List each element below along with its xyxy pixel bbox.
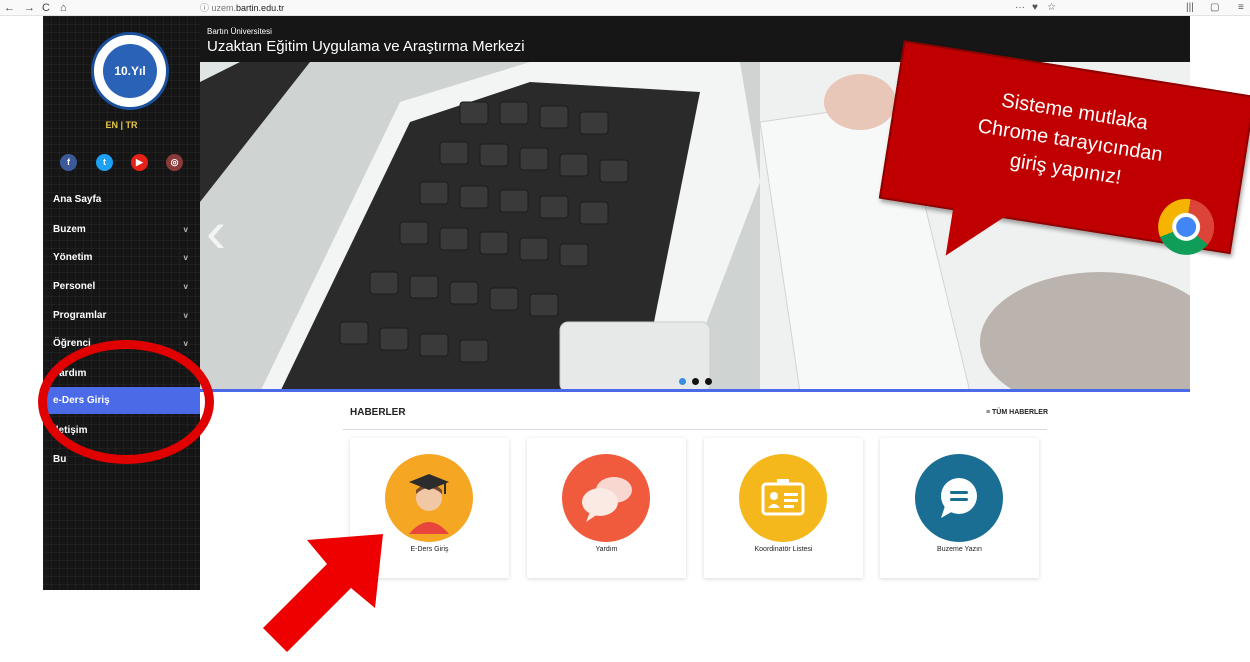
sidebar-item-label: Bu: [53, 454, 67, 465]
twitter-icon[interactable]: t: [96, 154, 113, 171]
card-koordinator-listesi[interactable]: Koordinatör Listesi: [704, 438, 863, 578]
card-buzeme-yazin[interactable]: Buzeme Yazın: [880, 438, 1039, 578]
student-graduate-icon: [385, 454, 473, 542]
instagram-icon[interactable]: ◎: [166, 154, 183, 171]
card-yardim[interactable]: Yardım: [527, 438, 686, 578]
card-label: Koordinatör Listesi: [754, 546, 813, 553]
youtube-icon[interactable]: ▶: [131, 154, 148, 171]
red-arrow-icon: [263, 534, 383, 652]
bookmark-star-icon[interactable]: ☆: [1047, 1, 1056, 15]
sidebar-item-label: Personel: [53, 281, 96, 292]
reload-icon[interactable]: C: [42, 1, 50, 15]
sidebar-item-personel[interactable]: Personel v: [43, 273, 200, 300]
callout-tail: [945, 206, 1008, 265]
sidebar-item-label: Programlar: [53, 310, 107, 321]
chat-bubbles-icon: [562, 454, 650, 542]
university-name: Bartın Üniversitesi: [207, 27, 272, 36]
sidebar-toggle-icon[interactable]: ▢: [1210, 1, 1219, 15]
message-icon: [915, 454, 1003, 542]
sidebar: 10.Yıl EN | TR f t ▶ ◎ Ana Sayfa Buzem v …: [43, 16, 200, 590]
pocket-icon[interactable]: ♥: [1032, 1, 1038, 15]
sidebar-item-ana-sayfa[interactable]: Ana Sayfa: [43, 186, 200, 213]
university-logo[interactable]: 10.Yıl: [91, 32, 169, 110]
sidebar-item-programlar[interactable]: Programlar v: [43, 302, 200, 329]
sidebar-item-label: Ana Sayfa: [53, 194, 102, 205]
logo-text: 10.Yıl: [114, 64, 146, 78]
forward-icon[interactable]: →: [24, 1, 35, 15]
sidebar-item-yonetim[interactable]: Yönetim v: [43, 244, 200, 271]
chevron-down-icon: v: [183, 311, 188, 320]
id-card-icon: [739, 454, 827, 542]
page-actions-icon[interactable]: ···: [1015, 1, 1025, 15]
language-switcher[interactable]: EN | TR: [43, 120, 200, 130]
slider-prev-arrow[interactable]: ‹: [206, 202, 226, 262]
sidebar-item-label: Yönetim: [53, 252, 93, 263]
chevron-down-icon: v: [183, 339, 188, 348]
library-icon[interactable]: |||: [1186, 1, 1194, 15]
url-prefix: uzem.: [211, 3, 237, 13]
card-label: Yardım: [595, 546, 618, 553]
address-bar[interactable]: ⓘ uzem.bartin.edu.tr: [200, 2, 284, 14]
all-news-link[interactable]: ≡ TÜM HABERLER: [986, 409, 1048, 416]
home-icon[interactable]: ⌂: [60, 1, 67, 15]
slider-dot-2[interactable]: [692, 378, 699, 385]
sidebar-item-label: Buzem: [53, 224, 86, 235]
slider-dot-1[interactable]: [679, 378, 686, 385]
facebook-icon[interactable]: f: [60, 154, 77, 171]
callout-text: Sisteme mutlaka Chrome tarayıcından giri…: [888, 70, 1250, 212]
news-title: HABERLER: [350, 407, 406, 418]
logo-seal: 10.Yıl: [103, 44, 157, 98]
highlight-ellipse: [38, 340, 214, 464]
sidebar-item-buzem[interactable]: Buzem v: [43, 216, 200, 243]
chevron-down-icon: v: [183, 225, 188, 234]
back-icon[interactable]: ←: [4, 1, 15, 15]
slider-dot-3[interactable]: [705, 378, 712, 385]
site-header: Bartın Üniversitesi Uzaktan Eğitim Uygul…: [200, 16, 1190, 62]
card-label: Buzeme Yazın: [937, 546, 982, 553]
chevron-down-icon: v: [183, 282, 188, 291]
news-divider: [343, 429, 1047, 430]
browser-toolbar: ← → C ⌂ ⓘ uzem.bartin.edu.tr ··· ♥ ☆ |||…: [0, 0, 1250, 16]
chevron-down-icon: v: [183, 253, 188, 262]
page-title: Uzaktan Eğitim Uygulama ve Araştırma Mer…: [207, 38, 525, 55]
url-domain: bartin.edu.tr: [236, 3, 285, 13]
hamburger-menu-icon[interactable]: ≡: [1238, 1, 1244, 15]
callout-box: Sisteme mutlaka Chrome tarayıcından giri…: [878, 40, 1250, 259]
site-info-icon[interactable]: ⓘ: [200, 3, 209, 13]
page: ← → C ⌂ ⓘ uzem.bartin.edu.tr ··· ♥ ☆ |||…: [0, 0, 1250, 662]
